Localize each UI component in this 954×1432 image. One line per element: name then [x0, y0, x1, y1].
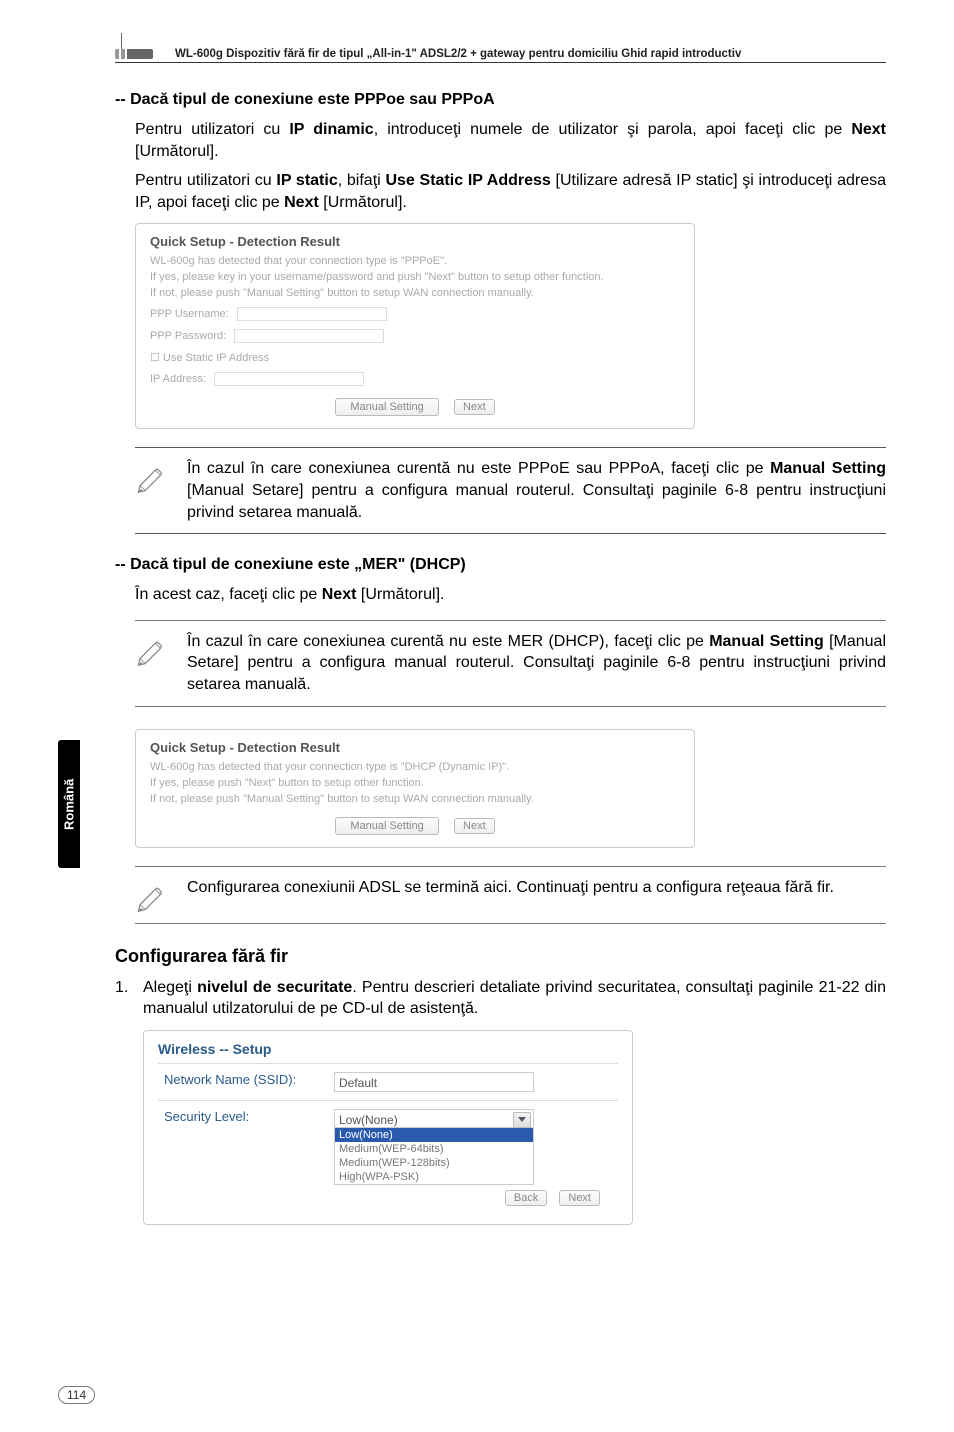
- username-input[interactable]: [237, 307, 387, 321]
- select-option[interactable]: High(WPA-PSK): [335, 1170, 533, 1184]
- page-number: 114: [58, 1386, 95, 1404]
- note-mer: În cazul în care conexiunea curentă nu e…: [135, 620, 886, 707]
- form-row-username: PPP Username:: [150, 307, 680, 321]
- page-header: WL-600g Dispozitiv fără fir de tipul „Al…: [115, 48, 886, 63]
- ssid-input[interactable]: Default: [334, 1072, 534, 1092]
- screenshot-dhcp: Quick Setup - Detection Result WL-600g h…: [135, 729, 695, 848]
- manual-setting-button[interactable]: Manual Setting: [335, 398, 438, 416]
- shot-line: If yes, please push "Next" button to set…: [150, 777, 680, 789]
- manual-setting-button[interactable]: Manual Setting: [335, 817, 438, 835]
- paragraph-dynamic-ip: Pentru utilizatori cu IP dinamic, introd…: [115, 119, 886, 162]
- shot-line: WL-600g has detected that your connectio…: [150, 255, 680, 267]
- ssid-label: Network Name (SSID):: [158, 1063, 328, 1100]
- pencil-icon: [135, 633, 169, 667]
- select-option[interactable]: Medium(WEP-64bits): [335, 1142, 533, 1156]
- section-heading-wireless: Configurarea fără fir: [115, 946, 886, 967]
- note-adsl-done: Configurarea conexiunii ADSL se termină …: [135, 866, 886, 924]
- shot-line: WL-600g has detected that your connectio…: [150, 761, 680, 773]
- select-option[interactable]: Low(None): [335, 1128, 533, 1142]
- form-row-password: PPP Password:: [150, 329, 680, 343]
- shot-title: Quick Setup - Detection Result: [150, 234, 680, 249]
- screenshot-pppoe: Quick Setup - Detection Result WL-600g h…: [135, 223, 695, 429]
- section-heading-pppoe: -- Dacă tipul de conexiune este PPPoe sa…: [115, 91, 886, 109]
- select-option[interactable]: Medium(WEP-128bits): [335, 1156, 533, 1170]
- shot-title: Quick Setup - Detection Result: [150, 740, 680, 755]
- password-input[interactable]: [234, 329, 384, 343]
- paragraph-static-ip: Pentru utilizatori cu IP static, bifaţi …: [115, 170, 886, 213]
- paragraph-mer: În acest caz, faceţi clic pe Next [Următ…: [115, 584, 886, 606]
- back-button[interactable]: Back: [505, 1190, 547, 1206]
- security-select[interactable]: Low(None) Low(None) Medium(WEP-64bits) M…: [334, 1109, 534, 1185]
- list-item-security-level: 1. Alegeţi nivelul de securitate. Pentru…: [115, 977, 886, 1020]
- security-label: Security Level:: [158, 1100, 328, 1214]
- ipaddr-input[interactable]: [214, 372, 364, 386]
- form-row-static-check: ☐ Use Static IP Address: [150, 351, 680, 364]
- shot-line: If yes, please key in your username/pass…: [150, 271, 680, 283]
- pencil-icon: [135, 879, 169, 913]
- language-tab: Română: [58, 740, 80, 868]
- pencil-icon: [135, 460, 169, 494]
- form-row-ipaddr: IP Address:: [150, 372, 680, 386]
- next-button[interactable]: Next: [454, 399, 495, 415]
- wireless-title: Wireless -- Setup: [158, 1041, 618, 1057]
- note-pppoe: În cazul în care conexiunea curentă nu e…: [135, 447, 886, 534]
- header-text: WL-600g Dispozitiv fără fir de tipul „Al…: [175, 48, 741, 60]
- router-icon: [115, 49, 153, 59]
- section-heading-mer: -- Dacă tipul de conexiune este „MER" (D…: [115, 556, 886, 574]
- next-button[interactable]: Next: [454, 818, 495, 834]
- chevron-down-icon: [518, 1117, 526, 1122]
- screenshot-wireless: Wireless -- Setup Network Name (SSID): D…: [143, 1030, 633, 1225]
- shot-line: If not, please push "Manual Setting" but…: [150, 793, 680, 805]
- next-button[interactable]: Next: [559, 1190, 600, 1206]
- shot-line: If not, please push "Manual Setting" but…: [150, 287, 680, 299]
